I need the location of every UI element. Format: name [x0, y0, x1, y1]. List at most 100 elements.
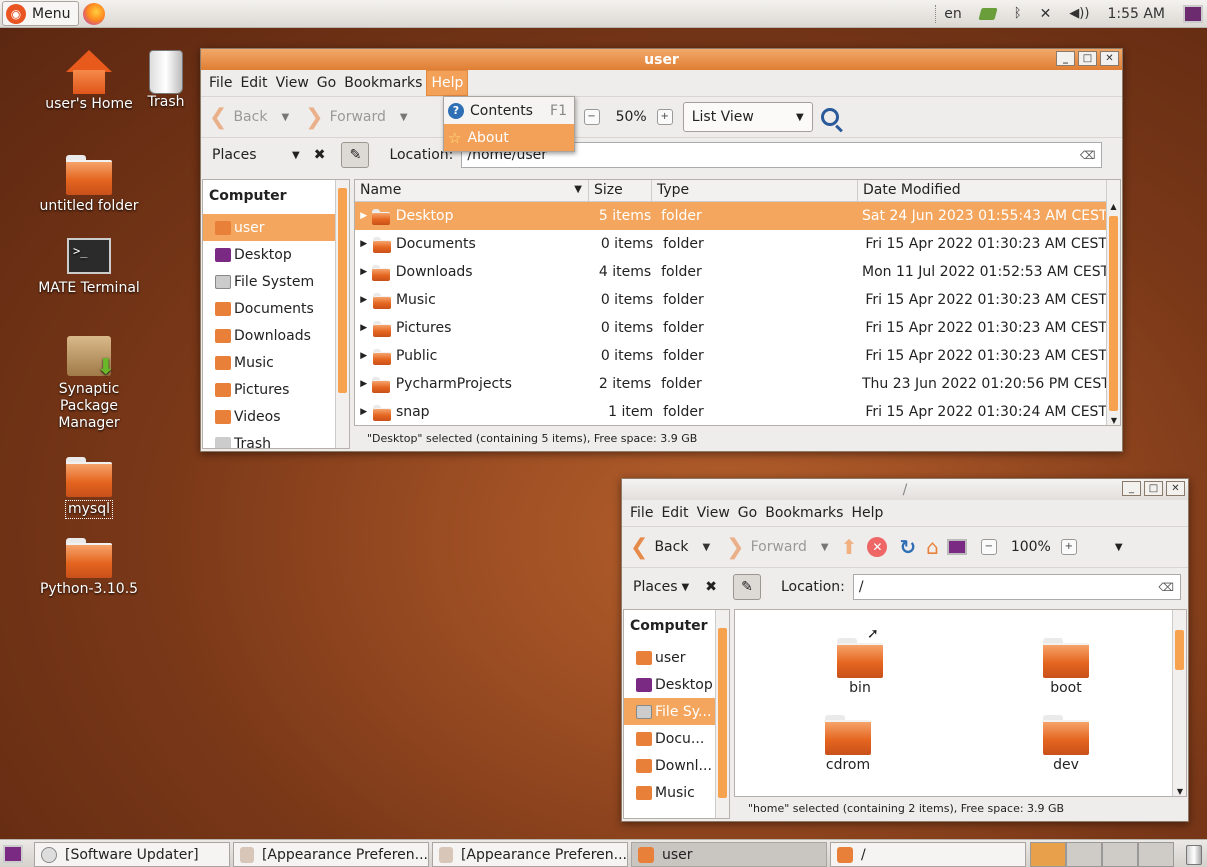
places-label[interactable]: Places [633, 579, 678, 595]
menu-bookmarks[interactable]: Bookmarks [340, 71, 426, 95]
reload-icon[interactable]: ↻ [899, 535, 916, 559]
sidebar-item-downloads[interactable]: Downloads [203, 322, 349, 349]
location-input[interactable]: / ⌫ [852, 574, 1181, 600]
column-type[interactable]: Type [652, 180, 858, 202]
column-size[interactable]: Size [589, 180, 652, 202]
minimize-button[interactable]: _ [1056, 51, 1075, 66]
workspace-3[interactable] [1102, 842, 1138, 867]
maximize-button[interactable]: □ [1144, 481, 1163, 496]
sidebar-item-music[interactable]: Music [203, 349, 349, 376]
sidebar-item-file-system[interactable]: File Sy... [624, 698, 729, 725]
forward-button[interactable]: ❯ Forward ▼ [305, 105, 407, 130]
view-mode-select[interactable]: List View ▼ [682, 102, 813, 132]
column-name[interactable]: Name ▼ [355, 180, 589, 202]
menu-file[interactable]: File [626, 501, 657, 525]
sidebar-item-desktop[interactable]: Desktop [203, 241, 349, 268]
desktop-icon-mysql[interactable]: mysql [24, 457, 154, 519]
show-desktop-icon[interactable] [3, 845, 23, 863]
workspace-2[interactable] [1066, 842, 1102, 867]
menu-help[interactable]: Help [426, 70, 469, 96]
table-row[interactable]: ▶ Documents 0 items folder Fri 15 Apr 2022 0… [355, 230, 1107, 258]
expand-triangle-icon[interactable]: ▶ [357, 407, 371, 417]
expand-triangle-icon[interactable]: ▶ [357, 379, 370, 389]
expand-triangle-icon[interactable]: ▶ [357, 211, 370, 221]
workspace-1[interactable] [1030, 842, 1066, 867]
scroll-up-icon[interactable]: ▲ [1107, 202, 1120, 211]
sidebar-item-desktop[interactable]: Desktop [624, 671, 729, 698]
expand-triangle-icon[interactable]: ▶ [357, 323, 371, 333]
close-sidebar-icon[interactable]: ✖ [705, 579, 717, 595]
window-titlebar[interactable]: user _ □ ✕ [201, 49, 1122, 70]
menu-item-contents[interactable]: ? Contents F1 [444, 97, 574, 124]
table-row[interactable]: ▶ Pictures 0 items folder Fri 15 Apr 2022 01… [355, 314, 1107, 342]
sidebar-item-user[interactable]: user [203, 214, 349, 241]
keyboard-layout[interactable]: en [944, 6, 962, 22]
bluetooth-icon[interactable]: ᛒ [1014, 6, 1022, 21]
table-row[interactable]: ▶ Downloads 4 items folder Mon 11 Jul 2022 0… [355, 258, 1109, 286]
sidebar-item-pictures[interactable]: Pictures [203, 376, 349, 403]
sidebar-item-user[interactable]: user [624, 644, 729, 671]
sidebar-item-documents[interactable]: Documents [203, 295, 349, 322]
menu-view[interactable]: View [693, 501, 734, 525]
desktop-icon-synaptic[interactable]: ⬇ Synaptic Package Manager [24, 336, 154, 432]
clear-icon[interactable]: ⌫ [1158, 581, 1174, 594]
column-date[interactable]: Date Modified [858, 180, 1107, 202]
firefox-icon[interactable] [83, 2, 105, 25]
volume-icon[interactable]: ◀)) [1069, 6, 1089, 21]
scroll-down-icon[interactable]: ▼ [1173, 787, 1186, 796]
taskbar-item-user[interactable]: user [631, 842, 827, 867]
sidebar-item-trash[interactable]: Trash [203, 430, 349, 448]
places-label[interactable]: Places [212, 147, 292, 163]
taskbar-item-root[interactable]: / [830, 842, 1026, 867]
chevron-down-icon[interactable]: ▼ [292, 150, 300, 161]
edit-location-button[interactable]: ✎ [341, 142, 370, 168]
menu-edit[interactable]: Edit [236, 71, 271, 95]
zoom-out-button[interactable]: − [583, 109, 600, 125]
icon-view-scrollbar[interactable]: ▼ [1172, 610, 1186, 796]
search-icon[interactable] [820, 108, 843, 133]
clock[interactable]: 1:55 AM [1107, 6, 1165, 22]
back-button[interactable]: ❮ Back ▼ [630, 535, 710, 560]
expand-triangle-icon[interactable]: ▶ [357, 295, 371, 305]
menu-file[interactable]: File [205, 71, 236, 95]
folder-item-bin[interactable]: ➚ bin [815, 626, 905, 696]
desktop-icon-untitled-folder[interactable]: untitled folder [24, 155, 154, 215]
maximize-button[interactable]: □ [1078, 51, 1097, 66]
zoom-in-button[interactable]: + [656, 109, 673, 125]
close-button[interactable]: ✕ [1100, 51, 1119, 66]
zoom-out-button[interactable]: − [980, 539, 997, 555]
minimize-button[interactable]: _ [1122, 481, 1141, 496]
taskbar-item-appearance-1[interactable]: [Appearance Preferen... [233, 842, 429, 867]
up-arrow-icon[interactable]: ⬆ [841, 535, 858, 559]
table-row[interactable]: ▶ PycharmProjects 2 items folder Thu 23 Jun … [355, 370, 1110, 398]
taskbar-item-appearance-2[interactable]: [Appearance Preferen... [432, 842, 628, 867]
list-scrollbar[interactable]: ▲ ▼ [1106, 180, 1120, 425]
table-row[interactable]: ▶ snap 1 item folder Fri 15 Apr 2022 01:30:2… [355, 398, 1107, 425]
sidebar-item-music[interactable]: Music [624, 779, 729, 806]
table-row[interactable]: ▶ Music 0 items folder Fri 15 Apr 2022 01:30… [355, 286, 1107, 314]
forward-button[interactable]: ❯ Forward ▼ [726, 535, 828, 560]
desktop-icon-python[interactable]: Python-3.10.5 [24, 538, 154, 598]
menu-button[interactable]: ◉ Menu [2, 1, 79, 26]
menu-bookmarks[interactable]: Bookmarks [761, 501, 847, 525]
desktop-icon-terminal[interactable]: >_ MATE Terminal [24, 238, 154, 297]
battery-icon[interactable] [978, 7, 998, 20]
chevron-down-icon[interactable]: ▼ [682, 582, 690, 593]
scroll-down-icon[interactable]: ▼ [1107, 416, 1120, 425]
chevron-down-icon[interactable]: ▼ [1115, 542, 1123, 553]
close-button[interactable]: ✕ [1166, 481, 1185, 496]
workspace-4[interactable] [1138, 842, 1174, 867]
zoom-in-button[interactable]: + [1060, 539, 1077, 555]
sidebar-item-file-system[interactable]: File System [203, 268, 349, 295]
menu-help[interactable]: Help [847, 501, 887, 525]
menu-edit[interactable]: Edit [657, 501, 692, 525]
folder-item-cdrom[interactable]: cdrom [803, 715, 893, 773]
trash-applet-icon[interactable] [1186, 845, 1202, 865]
table-row[interactable]: ▶ Public 0 items folder Fri 15 Apr 2022 01:3… [355, 342, 1107, 370]
menu-view[interactable]: View [272, 71, 313, 95]
back-button[interactable]: ❮ Back ▼ [209, 105, 289, 130]
show-desktop-icon[interactable] [1183, 4, 1203, 23]
table-row[interactable]: ▶ Desktop 5 items folder Sat 24 Jun 2023 01:… [355, 202, 1108, 230]
close-sidebar-icon[interactable]: ✖ [314, 147, 326, 163]
edit-location-button[interactable]: ✎ [732, 574, 761, 600]
